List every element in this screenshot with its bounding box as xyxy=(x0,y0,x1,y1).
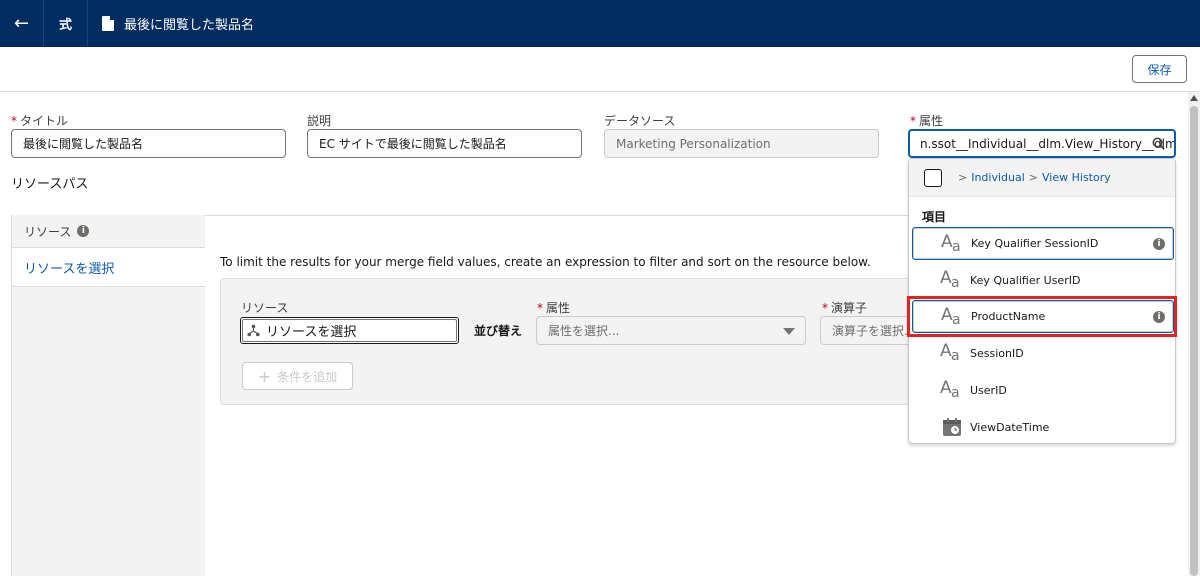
title-label: * タイトル xyxy=(11,114,69,128)
sidebar-header: リソース i xyxy=(12,215,205,247)
filter-resource-input[interactable]: リソースを選択 xyxy=(240,317,459,344)
info-icon[interactable]: i xyxy=(77,225,90,237)
attribute-search-input[interactable]: n.ssot__Individual__dlm.View_History__dl… xyxy=(908,129,1176,158)
formula-tab[interactable]: 式 xyxy=(44,0,88,47)
dropdown-breadcrumb: > Individual > View History xyxy=(909,159,1175,197)
dropdown-option-key-qualifier-userid[interactable]: Aa Key Qualifier UserID xyxy=(912,264,1174,297)
page-title: 最後に閲覧した製品名 xyxy=(124,18,255,33)
dropdown-option-sessionid[interactable]: Aa SessionID xyxy=(912,337,1174,370)
action-bar: 保存 xyxy=(0,47,1200,92)
add-condition-label: 条件を追加 xyxy=(277,369,338,384)
add-condition-button[interactable]: + 条件を追加 xyxy=(242,362,353,390)
filter-attribute-label: * 属性 xyxy=(537,301,571,315)
text-field-icon: Aa xyxy=(940,378,960,401)
select-all-checkbox[interactable] xyxy=(924,168,942,187)
title-input[interactable]: 最後に閲覧した製品名 xyxy=(11,129,286,158)
back-button[interactable]: ← xyxy=(0,0,44,47)
save-button[interactable]: 保存 xyxy=(1132,55,1187,83)
text-field-icon: Aa xyxy=(941,232,961,255)
data-source-label: データソース xyxy=(604,114,676,128)
filter-operator-combobox[interactable]: 演算子を選択... xyxy=(820,316,910,345)
text-field-icon: Aa xyxy=(940,341,960,364)
highlight-box xyxy=(907,296,1177,337)
filter-attribute-placeholder: 属性を選択... xyxy=(548,324,620,338)
data-source-input: Marketing Personalization xyxy=(604,129,879,158)
chevron-down-icon xyxy=(783,328,795,335)
breadcrumb-view-history-link[interactable]: View History xyxy=(1042,171,1111,184)
description-input[interactable]: EC サイトで最後に閲覧した製品名 xyxy=(307,129,582,158)
resource-path-label: リソースパス xyxy=(11,177,89,192)
dropdown-option-viewdatetime[interactable]: ViewDateTime xyxy=(912,411,1174,444)
filter-resource-label: リソース xyxy=(241,301,289,315)
attribute-label: * 属性 xyxy=(910,114,944,128)
hierarchy-icon xyxy=(247,324,260,337)
sidebar-header-label: リソース xyxy=(24,224,72,239)
description-label: 説明 xyxy=(307,114,332,128)
filter-instructions: To limit the results for your merge fiel… xyxy=(220,255,871,269)
text-field-icon: Aa xyxy=(940,268,960,291)
filter-resource-value: リソースを選択 xyxy=(266,325,357,340)
scroll-up-icon[interactable] xyxy=(1190,95,1198,101)
filter-operator-placeholder: 演算子を選択... xyxy=(832,324,910,338)
dropdown-option-userid[interactable]: Aa UserID xyxy=(912,374,1174,407)
page-scrollbar[interactable] xyxy=(1188,92,1200,576)
resource-sidebar: リソース i リソースを選択 xyxy=(11,215,205,576)
document-icon xyxy=(102,16,114,31)
sort-label: 並び替え xyxy=(474,324,523,338)
sidebar-item-select-resource[interactable]: リソースを選択 xyxy=(12,247,205,287)
top-nav-bar: ← 式 最後に閲覧した製品名 xyxy=(0,0,1200,47)
dropdown-group-label: 項目 xyxy=(922,210,947,224)
filter-operator-label: * 演算子 xyxy=(822,301,868,315)
scrollbar-thumb[interactable] xyxy=(1190,106,1198,576)
search-icon xyxy=(1152,137,1165,150)
datetime-icon xyxy=(943,418,961,436)
attribute-input-value: n.ssot__Individual__dlm.View_History__dl… xyxy=(920,136,1176,151)
arrow-left-icon: ← xyxy=(13,13,30,34)
info-icon[interactable]: i xyxy=(1153,238,1165,250)
dropdown-option-key-qualifier-sessionid[interactable]: Aa Key Qualifier SessionID i xyxy=(912,227,1174,260)
formula-label: 式 xyxy=(58,18,72,33)
resource-title: 最後に閲覧した製品名 xyxy=(88,0,268,47)
plus-icon: + xyxy=(257,366,272,386)
breadcrumb-individual-link[interactable]: Individual xyxy=(971,171,1025,184)
filter-attribute-combobox[interactable]: 属性を選択... xyxy=(536,316,806,345)
